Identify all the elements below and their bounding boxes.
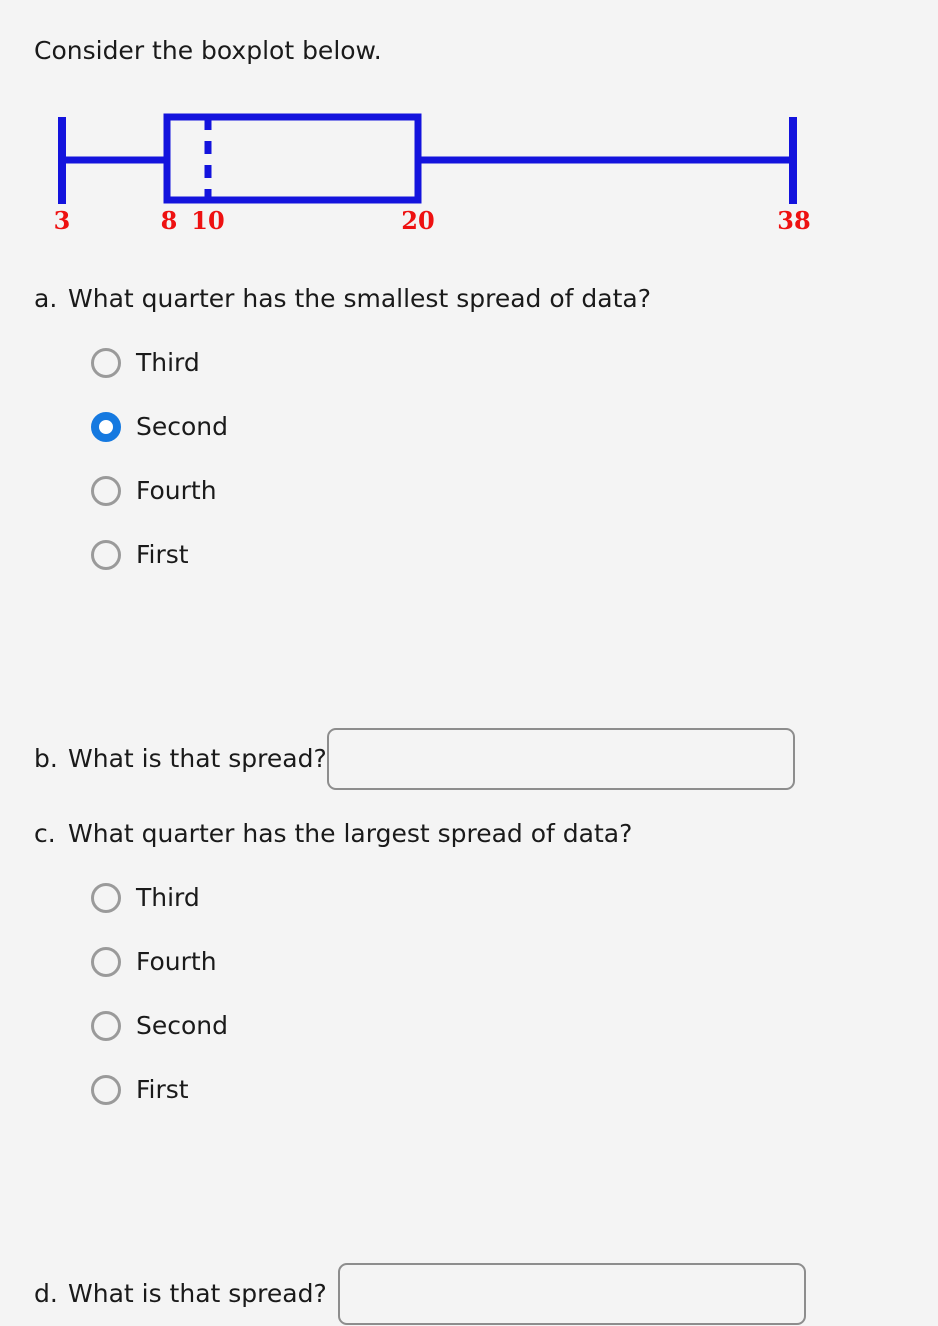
option-row[interactable]: First (91, 1058, 632, 1122)
option-label: Third (136, 348, 200, 377)
question-a-label: a. (34, 284, 58, 313)
question-a: a. What quarter has the smallest spread o… (34, 283, 651, 587)
question-c-label: c. (34, 819, 56, 848)
question-c: c. What quarter has the largest spread of… (34, 818, 632, 1122)
question-b-text: b. What is that spread? (34, 743, 327, 775)
option-row[interactable]: Third (91, 866, 632, 930)
question-d: d. What is that spread? (34, 1263, 806, 1325)
option-label: Second (136, 412, 229, 441)
boxplot-figure: 3 8 10 20 38 (0, 96, 938, 241)
question-c-text: c. What quarter has the largest spread of… (34, 818, 632, 850)
question-c-options: Third Fourth Second First (34, 866, 632, 1122)
question-a-options: Third Second Fourth First (34, 331, 651, 587)
page-title: Consider the boxplot below. (34, 36, 382, 65)
boxplot-svg: 3 8 10 20 38 (54, 113, 811, 235)
question-b: b. What is that spread? (34, 728, 795, 790)
radio-icon[interactable] (91, 348, 121, 378)
option-row[interactable]: First (91, 523, 651, 587)
question-b-label: b. (34, 744, 58, 773)
option-label: Third (136, 883, 200, 912)
question-a-text: a. What quarter has the smallest spread o… (34, 283, 651, 315)
spread-answer-input-b[interactable] (326, 728, 795, 790)
option-row[interactable]: Fourth (91, 930, 632, 994)
question-b-prompt: What is that spread? (68, 744, 327, 773)
radio-icon[interactable] (91, 476, 121, 506)
question-c-prompt: What quarter has the largest spread of d… (68, 819, 633, 848)
boxplot-tick-label-q3: 20 (401, 206, 434, 235)
option-row[interactable]: Second (91, 994, 632, 1058)
radio-icon[interactable] (91, 540, 121, 570)
question-d-prompt: What is that spread? (68, 1279, 327, 1308)
option-row[interactable]: Third (91, 331, 651, 395)
radio-icon-selected[interactable] (91, 412, 121, 442)
option-label: Fourth (136, 947, 217, 976)
boxplot-tick-label-q1: 8 (161, 206, 178, 235)
option-label: First (136, 540, 189, 569)
radio-icon[interactable] (91, 947, 121, 977)
question-d-label: d. (34, 1279, 58, 1308)
option-label: Second (136, 1011, 229, 1040)
question-d-text: d. What is that spread? (34, 1278, 327, 1310)
boxplot-tick-label-min: 3 (54, 206, 71, 235)
boxplot-tick-label-max: 38 (777, 206, 810, 235)
radio-icon[interactable] (91, 1075, 121, 1105)
option-row[interactable]: Fourth (91, 459, 651, 523)
option-label: First (136, 1075, 189, 1104)
radio-icon[interactable] (91, 883, 121, 913)
question-a-prompt: What quarter has the smallest spread of … (68, 284, 651, 313)
spread-answer-input-d[interactable] (337, 1263, 806, 1325)
boxplot-tick-label-median: 10 (191, 206, 224, 235)
option-row[interactable]: Second (91, 395, 651, 459)
option-label: Fourth (136, 476, 217, 505)
radio-icon[interactable] (91, 1011, 121, 1041)
